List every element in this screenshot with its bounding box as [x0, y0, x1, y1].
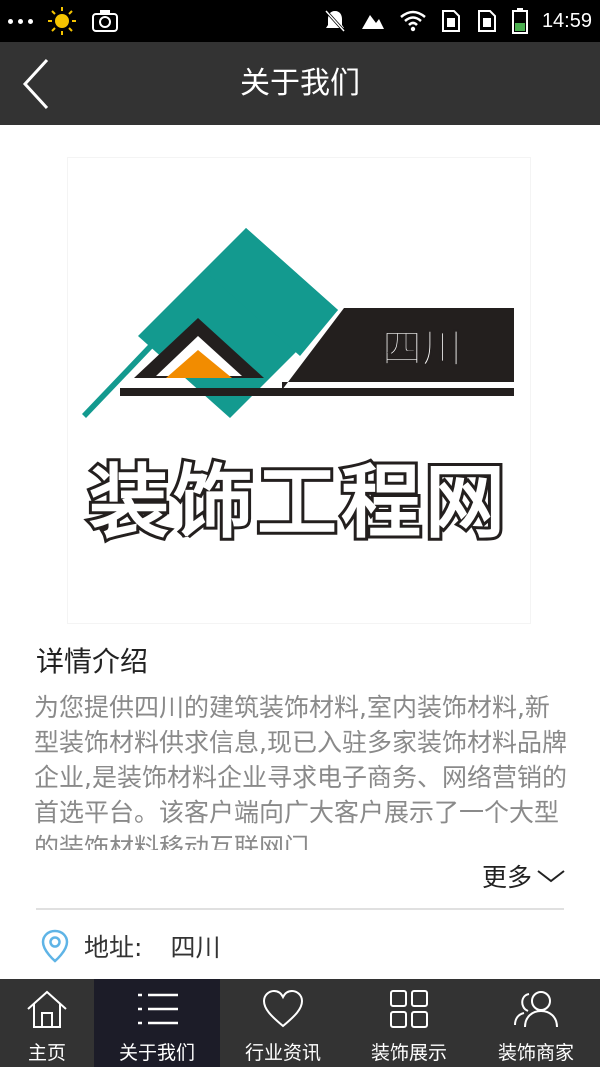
more-dots-icon: [8, 18, 33, 24]
cloud-icon: [361, 15, 384, 29]
wifi-icon: [400, 10, 426, 32]
tab-label: 装饰商家: [497, 1042, 574, 1064]
page-title: 关于我们: [240, 66, 360, 101]
tab-label: 关于我们: [118, 1042, 195, 1064]
clock-time: 14:59: [541, 9, 592, 32]
home-icon: [27, 990, 67, 1028]
svg-text:四川: 四川: [382, 326, 462, 372]
details-heading: 详情介绍: [36, 645, 149, 678]
more-label: 更多: [481, 863, 532, 892]
bottom-tab-bar: 主页 关于我们 行业资讯 装饰展示 装饰商家: [0, 979, 600, 1067]
list-icon: [138, 993, 178, 1025]
more-button[interactable]: 更多: [482, 858, 566, 894]
svg-text:装饰工程网: 装饰工程网: [89, 456, 509, 549]
battery-icon: [511, 8, 528, 34]
tab-about[interactable]: 关于我们: [94, 979, 220, 1067]
users-icon: [514, 991, 558, 1028]
details-text: 为您提供四川的建筑装饰材料,室内装饰材料,新型装饰材料供求信息,现已入驻多家装饰…: [34, 693, 567, 850]
tab-label: 行业资讯: [244, 1042, 321, 1064]
tab-merchants[interactable]: 装饰商家: [472, 979, 600, 1067]
chevron-down-icon: [537, 870, 565, 883]
tab-showcase[interactable]: 装饰展示: [346, 979, 472, 1067]
company-logo: 四川 装饰工程网: [68, 158, 530, 623]
sim1-icon: [441, 10, 460, 32]
grid-icon: [390, 990, 428, 1028]
tab-label: 主页: [27, 1042, 66, 1064]
heart-icon: [262, 989, 304, 1028]
status-bar: 14:59: [0, 0, 600, 42]
camera-icon: [92, 10, 118, 32]
address-value: 四川: [170, 933, 221, 962]
address-label: 地址:: [84, 933, 143, 962]
tab-news[interactable]: 行业资讯: [220, 979, 346, 1067]
sim2-icon: [477, 10, 496, 32]
location-pin-icon: [41, 929, 69, 963]
mute-icon: [324, 9, 346, 33]
divider: [36, 908, 564, 910]
tab-label: 装饰展示: [370, 1042, 447, 1064]
brightness-icon: [48, 7, 76, 35]
tab-home[interactable]: 主页: [0, 979, 94, 1067]
nav-bar: 关于我们: [0, 42, 600, 125]
address-row: 地址: 四川: [40, 928, 220, 964]
